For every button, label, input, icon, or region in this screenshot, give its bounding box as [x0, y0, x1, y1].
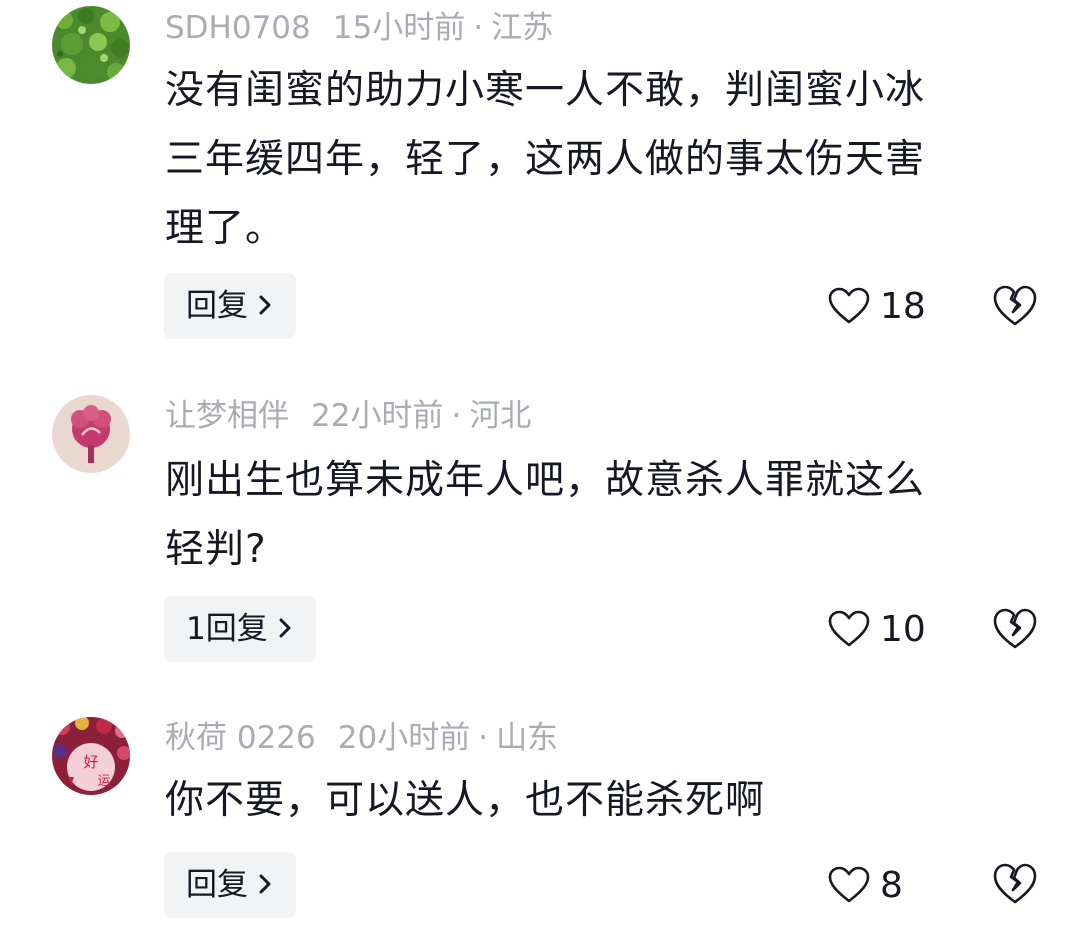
username[interactable]: SDH0708 [165, 10, 311, 46]
reply-label: 回复 [186, 867, 248, 903]
avatar-text: 运 [97, 774, 110, 789]
separator: · [473, 10, 484, 46]
chevron-right-icon [259, 874, 271, 893]
reply-button[interactable]: 回复 [164, 852, 296, 918]
separator: · [451, 398, 462, 434]
reply-button[interactable]: 1回复 [164, 596, 316, 662]
pink-flower-avatar-icon [52, 395, 130, 473]
comment-line: 轻判? [165, 527, 267, 572]
comment-line: 刚出生也算未成年人吧，故意杀人罪就这么 [165, 458, 926, 503]
comment-text: 你不要，可以送人，也不能杀死啊 [165, 766, 1045, 835]
broken-heart-icon[interactable] [992, 607, 1038, 651]
comment-text: 刚出生也算未成年人吧，故意杀人罪就这么 轻判? [165, 446, 1045, 584]
comment-meta: 秋荷 0226 20小时前 · 山东 [165, 718, 558, 758]
location: 江苏 [491, 10, 554, 46]
location: 山东 [496, 720, 559, 756]
avatar-text: 好 [83, 753, 98, 771]
broken-heart-icon[interactable] [992, 862, 1038, 906]
like-button[interactable]: 18 [828, 281, 926, 331]
chevron-right-icon [279, 618, 291, 637]
avatar[interactable]: 好 运 [52, 717, 130, 795]
like-count: 10 [880, 608, 926, 650]
like-button[interactable]: 10 [828, 604, 926, 654]
separator: · [478, 720, 489, 756]
comment-meta: SDH0708 15小时前 · 江苏 [165, 8, 553, 48]
reply-label: 回复 [186, 288, 248, 324]
heart-icon [828, 287, 870, 324]
timestamp: 15小时前 [332, 10, 466, 46]
username[interactable]: 让梦相伴 [165, 398, 289, 434]
location: 河北 [469, 398, 532, 434]
like-count: 8 [880, 864, 903, 906]
heart-icon [828, 866, 870, 903]
heart-icon [828, 610, 870, 647]
comment-text: 没有闺蜜的助力小寒一人不敢，判闺蜜小冰 三年缓四年，轻了，这两人做的事太伤天害 … [165, 56, 1045, 263]
like-count: 18 [880, 285, 926, 327]
good-luck-avatar-icon: 好 运 [52, 717, 130, 795]
comment-line: 理了。 [165, 206, 286, 251]
reply-label: 1回复 [186, 611, 268, 647]
timestamp: 22小时前 [311, 398, 444, 434]
avatar[interactable] [52, 6, 130, 84]
avatar[interactable] [52, 395, 130, 473]
green-leaves-avatar-icon [52, 6, 130, 84]
comment-line: 你不要，可以送人，也不能杀死啊 [165, 778, 766, 823]
chevron-right-icon [259, 295, 271, 314]
reply-button[interactable]: 回复 [164, 273, 296, 339]
comment-meta: 让梦相伴 22小时前 · 河北 [165, 396, 531, 436]
comment-line: 没有闺蜜的助力小寒一人不敢，判闺蜜小冰 [165, 68, 926, 113]
username[interactable]: 秋荷 0226 [165, 720, 316, 756]
broken-heart-icon[interactable] [992, 284, 1038, 328]
like-button[interactable]: 8 [828, 860, 903, 910]
timestamp: 20小时前 [337, 720, 471, 756]
comment-line: 三年缓四年，轻了，这两人做的事太伤天害 [165, 137, 926, 182]
